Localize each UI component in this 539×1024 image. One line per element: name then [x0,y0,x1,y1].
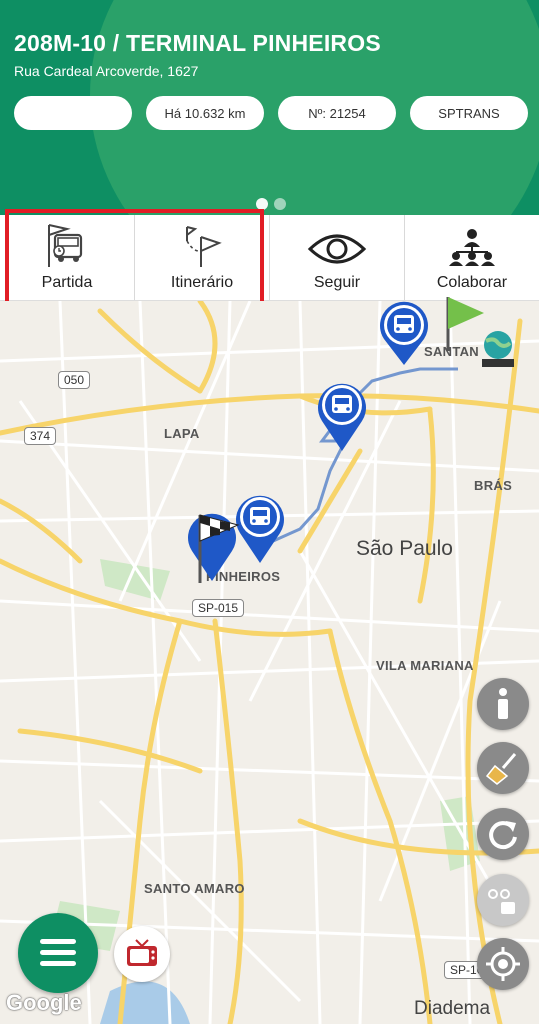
page-indicator [256,198,286,210]
partida-label: Partida [41,274,93,291]
road-shield-sp015: SP-015 [192,599,245,617]
chip-empty[interactable] [14,96,132,130]
info-button[interactable] [477,678,529,730]
refresh-button[interactable] [477,808,529,860]
page-dot[interactable] [274,198,286,210]
chip-distance[interactable]: Há 10.632 km [146,96,264,130]
globe-icon[interactable] [478,329,518,369]
bus-clock-icon [48,224,83,267]
map-label-bras: BRÁS [474,478,513,493]
bus-marker[interactable] [312,377,372,453]
menu-icon [40,939,76,966]
map-label-santo-amaro: SANTO AMARO [144,881,245,896]
tv-button[interactable] [114,926,170,982]
broom-icon [485,753,517,785]
menu-button[interactable] [18,913,98,993]
clear-button[interactable] [477,742,529,794]
route-address: Rua Cardeal Arcoverde, 1627 [14,63,199,79]
map-label-diadema: Diadema [414,998,491,1019]
itinerario-button[interactable]: Itinerário [135,215,270,300]
map-label-vila-mariana: VILA MARIANA [376,658,474,673]
route-header: 208M-10 / TERMINAL PINHEIROS Rua Cardeal… [0,0,539,215]
partida-button[interactable]: Partida [0,215,135,300]
people-network-icon [449,229,495,266]
road-shield-374: 374 [24,427,57,445]
colaborar-label: Colaborar [436,274,508,291]
google-attribution: Google [6,990,82,1015]
map-view[interactable]: LAPA BRÁS São Paulo PINHEIROS VILA MARIA… [0,297,539,1024]
eye-icon [307,234,367,264]
seguir-button[interactable]: Seguir [270,215,405,300]
info-icon [498,688,508,719]
chip-vehicle-number[interactable]: Nº: 21254 [278,96,396,130]
route-title: 208M-10 / TERMINAL PINHEIROS [14,30,381,56]
bike-bus-icon [488,889,515,914]
action-bar: Partida Itinerário Seguir Colaborar [0,215,539,301]
map-label-lapa: LAPA [164,426,200,441]
tv-icon [127,939,157,966]
chip-operator[interactable]: SPTRANS [410,96,528,130]
start-flag-marker[interactable] [182,507,242,585]
locate-button[interactable] [477,938,529,990]
refresh-icon [489,821,517,850]
colaborar-button[interactable]: Colaborar [405,215,539,300]
locate-icon [486,947,520,981]
map-label-sao-paulo: São Paulo [356,537,453,560]
road-shield-050: 050 [58,371,91,389]
app-root: 208M-10 / TERMINAL PINHEIROS Rua Cardeal… [0,0,539,1024]
bus-marker[interactable] [374,299,434,367]
bike-bus-button[interactable] [477,874,529,926]
route-flags-icon [186,226,222,267]
itinerario-label: Itinerário [170,274,234,291]
page-dot-active[interactable] [256,198,268,210]
seguir-label: Seguir [313,274,361,291]
